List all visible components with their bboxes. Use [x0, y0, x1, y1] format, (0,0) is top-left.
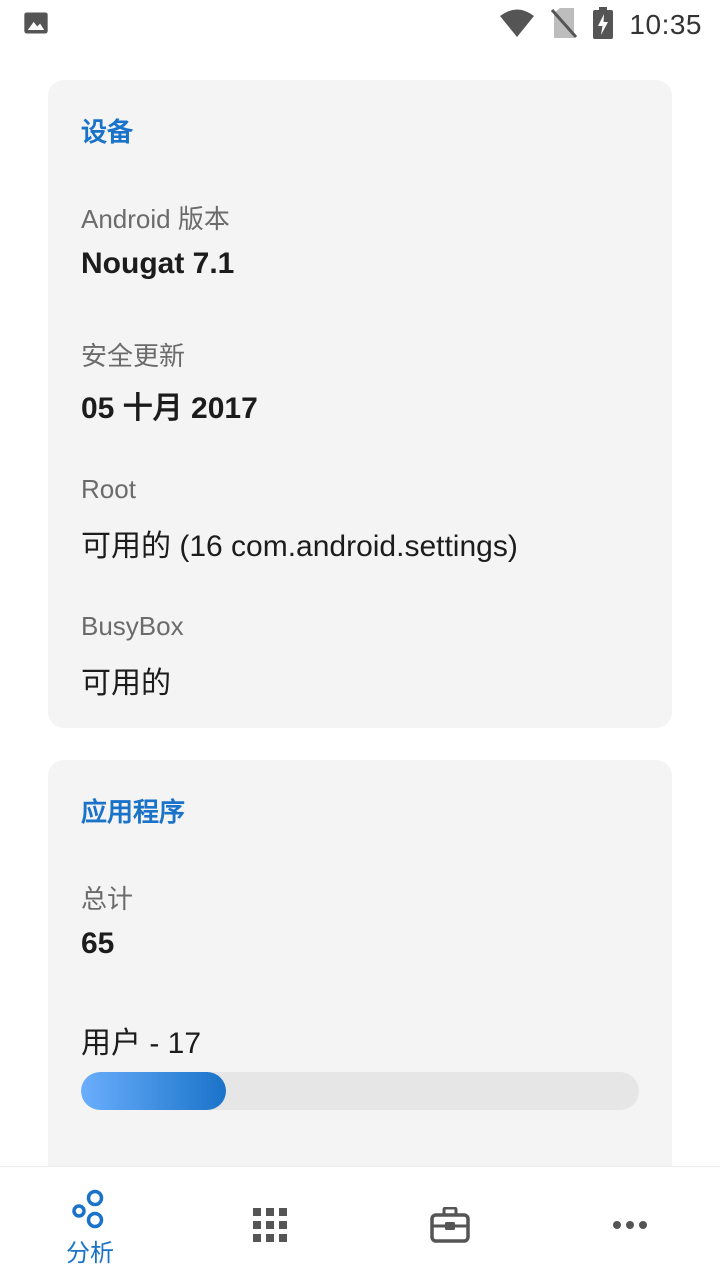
- nav-tools[interactable]: [360, 1167, 540, 1280]
- device-card: 设备 Android 版本 Nougat 7.1 安全更新 05 十月 2017…: [48, 80, 672, 728]
- user-apps-progress: [81, 1072, 639, 1110]
- main-content[interactable]: 设备 Android 版本 Nougat 7.1 安全更新 05 十月 2017…: [0, 50, 720, 1166]
- nav-analyze[interactable]: 分析: [0, 1167, 180, 1280]
- screen: 10:35 设备 Android 版本 Nougat 7.1 安全更新 05 十…: [0, 0, 720, 1280]
- busybox-label: BusyBox: [81, 611, 184, 641]
- user-apps-progress-fill: [81, 1072, 227, 1110]
- apps-grid-icon: [250, 1205, 290, 1245]
- status-bar: 10:35: [0, 0, 720, 50]
- apps-card: 应用程序 总计 65 用户 - 17: [48, 760, 672, 1166]
- user-apps-label: 用户 - 17: [81, 1027, 202, 1060]
- total-label: 总计: [81, 884, 134, 914]
- root-value: 可用的 (16 com.android.settings): [81, 530, 518, 563]
- image-icon: [22, 9, 50, 42]
- busybox-value: 可用的: [81, 667, 171, 700]
- root-label: Root: [81, 474, 136, 504]
- toolbox-icon: [430, 1205, 470, 1245]
- status-icons: 10:35: [499, 6, 702, 44]
- no-sim-icon: [551, 7, 578, 44]
- card-title: 设备: [81, 117, 134, 147]
- battery-charging-icon: [593, 6, 614, 44]
- nav-more[interactable]: [540, 1167, 720, 1280]
- card-title: 应用程序: [81, 797, 186, 827]
- wifi-icon: [499, 8, 535, 43]
- total-value: 65: [81, 927, 115, 960]
- analyze-icon: [70, 1189, 110, 1229]
- security-update-value: 05 十月 2017: [81, 392, 258, 425]
- android-version-value: Nougat 7.1: [81, 247, 235, 280]
- status-time: 10:35: [629, 9, 702, 40]
- security-update-label: 安全更新: [81, 341, 186, 371]
- nav-apps[interactable]: [180, 1167, 360, 1280]
- android-version-label: Android 版本: [81, 204, 230, 234]
- nav-analyze-label: 分析: [66, 1240, 114, 1267]
- bottom-nav: 分析: [0, 1166, 720, 1280]
- more-icon: [610, 1205, 650, 1245]
